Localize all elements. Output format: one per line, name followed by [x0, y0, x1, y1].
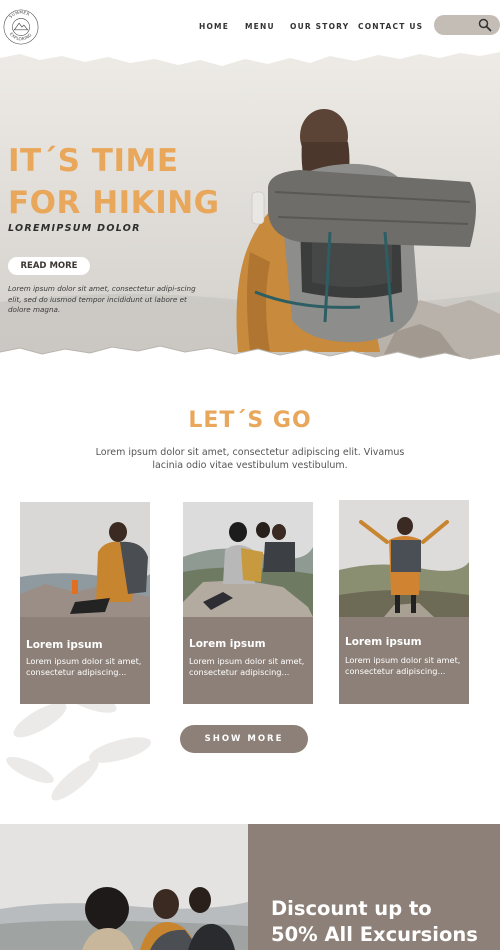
card-text-3: Lorem ipsum dolor sit amet, consectetur … [345, 655, 461, 676]
search-icon[interactable] [478, 18, 492, 32]
hero-title-line2: FOR HIKING [8, 185, 220, 221]
hero-title-line1: IT´S TIME [8, 143, 179, 179]
section-description: Lorem ipsum dolor sit amet, consectetur … [95, 447, 405, 471]
card-title-1: Lorem ipsum [26, 639, 103, 651]
card-photo-3 [339, 500, 469, 617]
group-hikers-photo [0, 824, 248, 950]
card-title-2: Lorem ipsum [189, 638, 266, 650]
read-more-button[interactable]: READ MORE [8, 257, 90, 275]
card-text-2: Lorem ipsum dolor sit amet, consectetur … [189, 656, 305, 677]
top-navigation: SUMMER EXPLORING HOME MENU OUR STORY CON… [0, 0, 500, 52]
promo-line1: Discount up to [271, 897, 432, 920]
discount-promo-panel[interactable]: Discount up to 50% All Excursions [248, 824, 500, 950]
card-photo-1 [20, 502, 150, 617]
hero-banner: IT´S TIME FOR HIKING LOREMIPSUM DOLOR RE… [0, 52, 500, 362]
hero-description: Lorem ipsum dolor sit amet, consectetur … [8, 284, 196, 314]
show-more-button[interactable]: SHOW MORE [180, 725, 308, 753]
promo-line2: 50% All Excursions [271, 923, 478, 946]
card-title-3: Lorem ipsum [345, 636, 422, 648]
nav-our-story[interactable]: OUR STORY [290, 22, 349, 31]
promo-text: Discount up to 50% All Excursions [271, 896, 478, 948]
nav-menu[interactable]: MENU [245, 22, 275, 31]
card-text-1: Lorem ipsum dolor sit amet, consectetur … [26, 656, 142, 677]
excursion-card-2[interactable]: Lorem ipsum Lorem ipsum dolor sit amet, … [183, 502, 313, 704]
excursion-card-3[interactable]: Lorem ipsum Lorem ipsum dolor sit amet, … [339, 500, 469, 704]
summer-exploring-logo[interactable]: SUMMER EXPLORING [2, 8, 40, 46]
hero-title: IT´S TIME FOR HIKING [8, 140, 220, 224]
nav-contact-us[interactable]: CONTACT US [358, 22, 423, 31]
card-photo-2 [183, 502, 313, 617]
torn-paper-edge-bottom [0, 345, 500, 370]
excursion-card-1[interactable]: Lorem ipsum Lorem ipsum dolor sit amet, … [20, 502, 150, 704]
nav-home[interactable]: HOME [199, 22, 229, 31]
svg-text:EXPLORING: EXPLORING [9, 31, 33, 41]
section-title: LET´S GO [188, 408, 312, 433]
search-bar[interactable] [434, 15, 500, 35]
hero-subtitle: LOREMIPSUM DOLOR [8, 223, 141, 234]
